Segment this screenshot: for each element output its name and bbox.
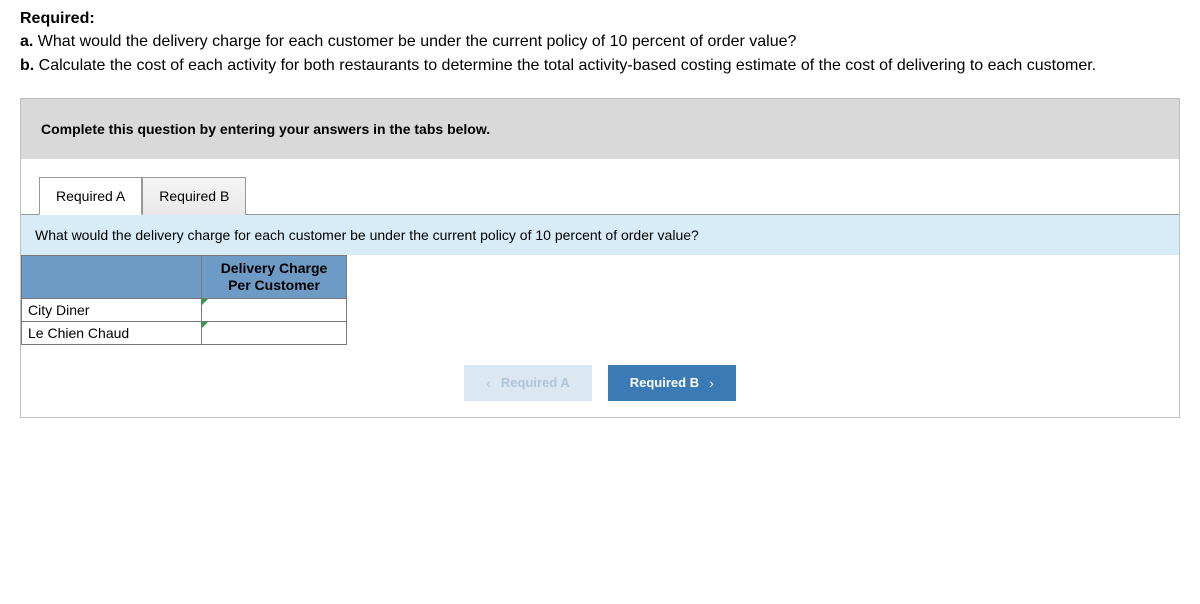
nav-buttons: ‹ Required A Required B ›: [21, 345, 1179, 417]
table-corner: [22, 256, 202, 299]
item-letter-a: a.: [20, 33, 33, 50]
answer-area: Complete this question by entering your …: [20, 98, 1180, 418]
next-label: Required B: [630, 375, 699, 390]
table-row: Le Chien Chaud: [22, 321, 347, 344]
required-section: Required: a. What would the delivery cha…: [20, 10, 1180, 78]
prev-button: ‹ Required A: [464, 365, 592, 401]
input-city-diner[interactable]: [202, 299, 346, 321]
item-letter-b: b.: [20, 57, 34, 74]
input-cell-le-chien-chaud[interactable]: [202, 321, 347, 344]
required-item-b: b. Calculate the cost of each activity f…: [20, 54, 1180, 78]
input-table: Delivery Charge Per Customer City Diner …: [21, 255, 347, 345]
item-text-a: What would the delivery charge for each …: [33, 33, 796, 50]
tab-required-a[interactable]: Required A: [39, 177, 142, 215]
input-marker-icon: [202, 299, 208, 305]
chevron-left-icon: ‹: [486, 375, 491, 391]
tab-label: Required B: [159, 188, 229, 204]
row-label-city-diner: City Diner: [22, 298, 202, 321]
required-item-a: a. What would the delivery charge for ea…: [20, 30, 1180, 54]
input-cell-city-diner[interactable]: [202, 298, 347, 321]
question-bar: What would the delivery charge for each …: [21, 214, 1179, 255]
prev-label: Required A: [501, 375, 570, 390]
required-title: Required:: [20, 10, 1180, 28]
row-label-le-chien-chaud: Le Chien Chaud: [22, 321, 202, 344]
tab-required-b[interactable]: Required B: [142, 177, 246, 215]
tab-label: Required A: [56, 188, 125, 204]
item-text-b: Calculate the cost of each activity for …: [34, 57, 1096, 74]
tabs-row: Required A Required B: [21, 159, 1179, 215]
input-marker-icon: [202, 322, 208, 328]
instruction-bar: Complete this question by entering your …: [21, 99, 1179, 159]
input-le-chien-chaud[interactable]: [202, 322, 346, 344]
table-row: City Diner: [22, 298, 347, 321]
column-header: Delivery Charge Per Customer: [202, 256, 347, 299]
chevron-right-icon: ›: [709, 375, 714, 391]
next-button[interactable]: Required B ›: [608, 365, 736, 401]
